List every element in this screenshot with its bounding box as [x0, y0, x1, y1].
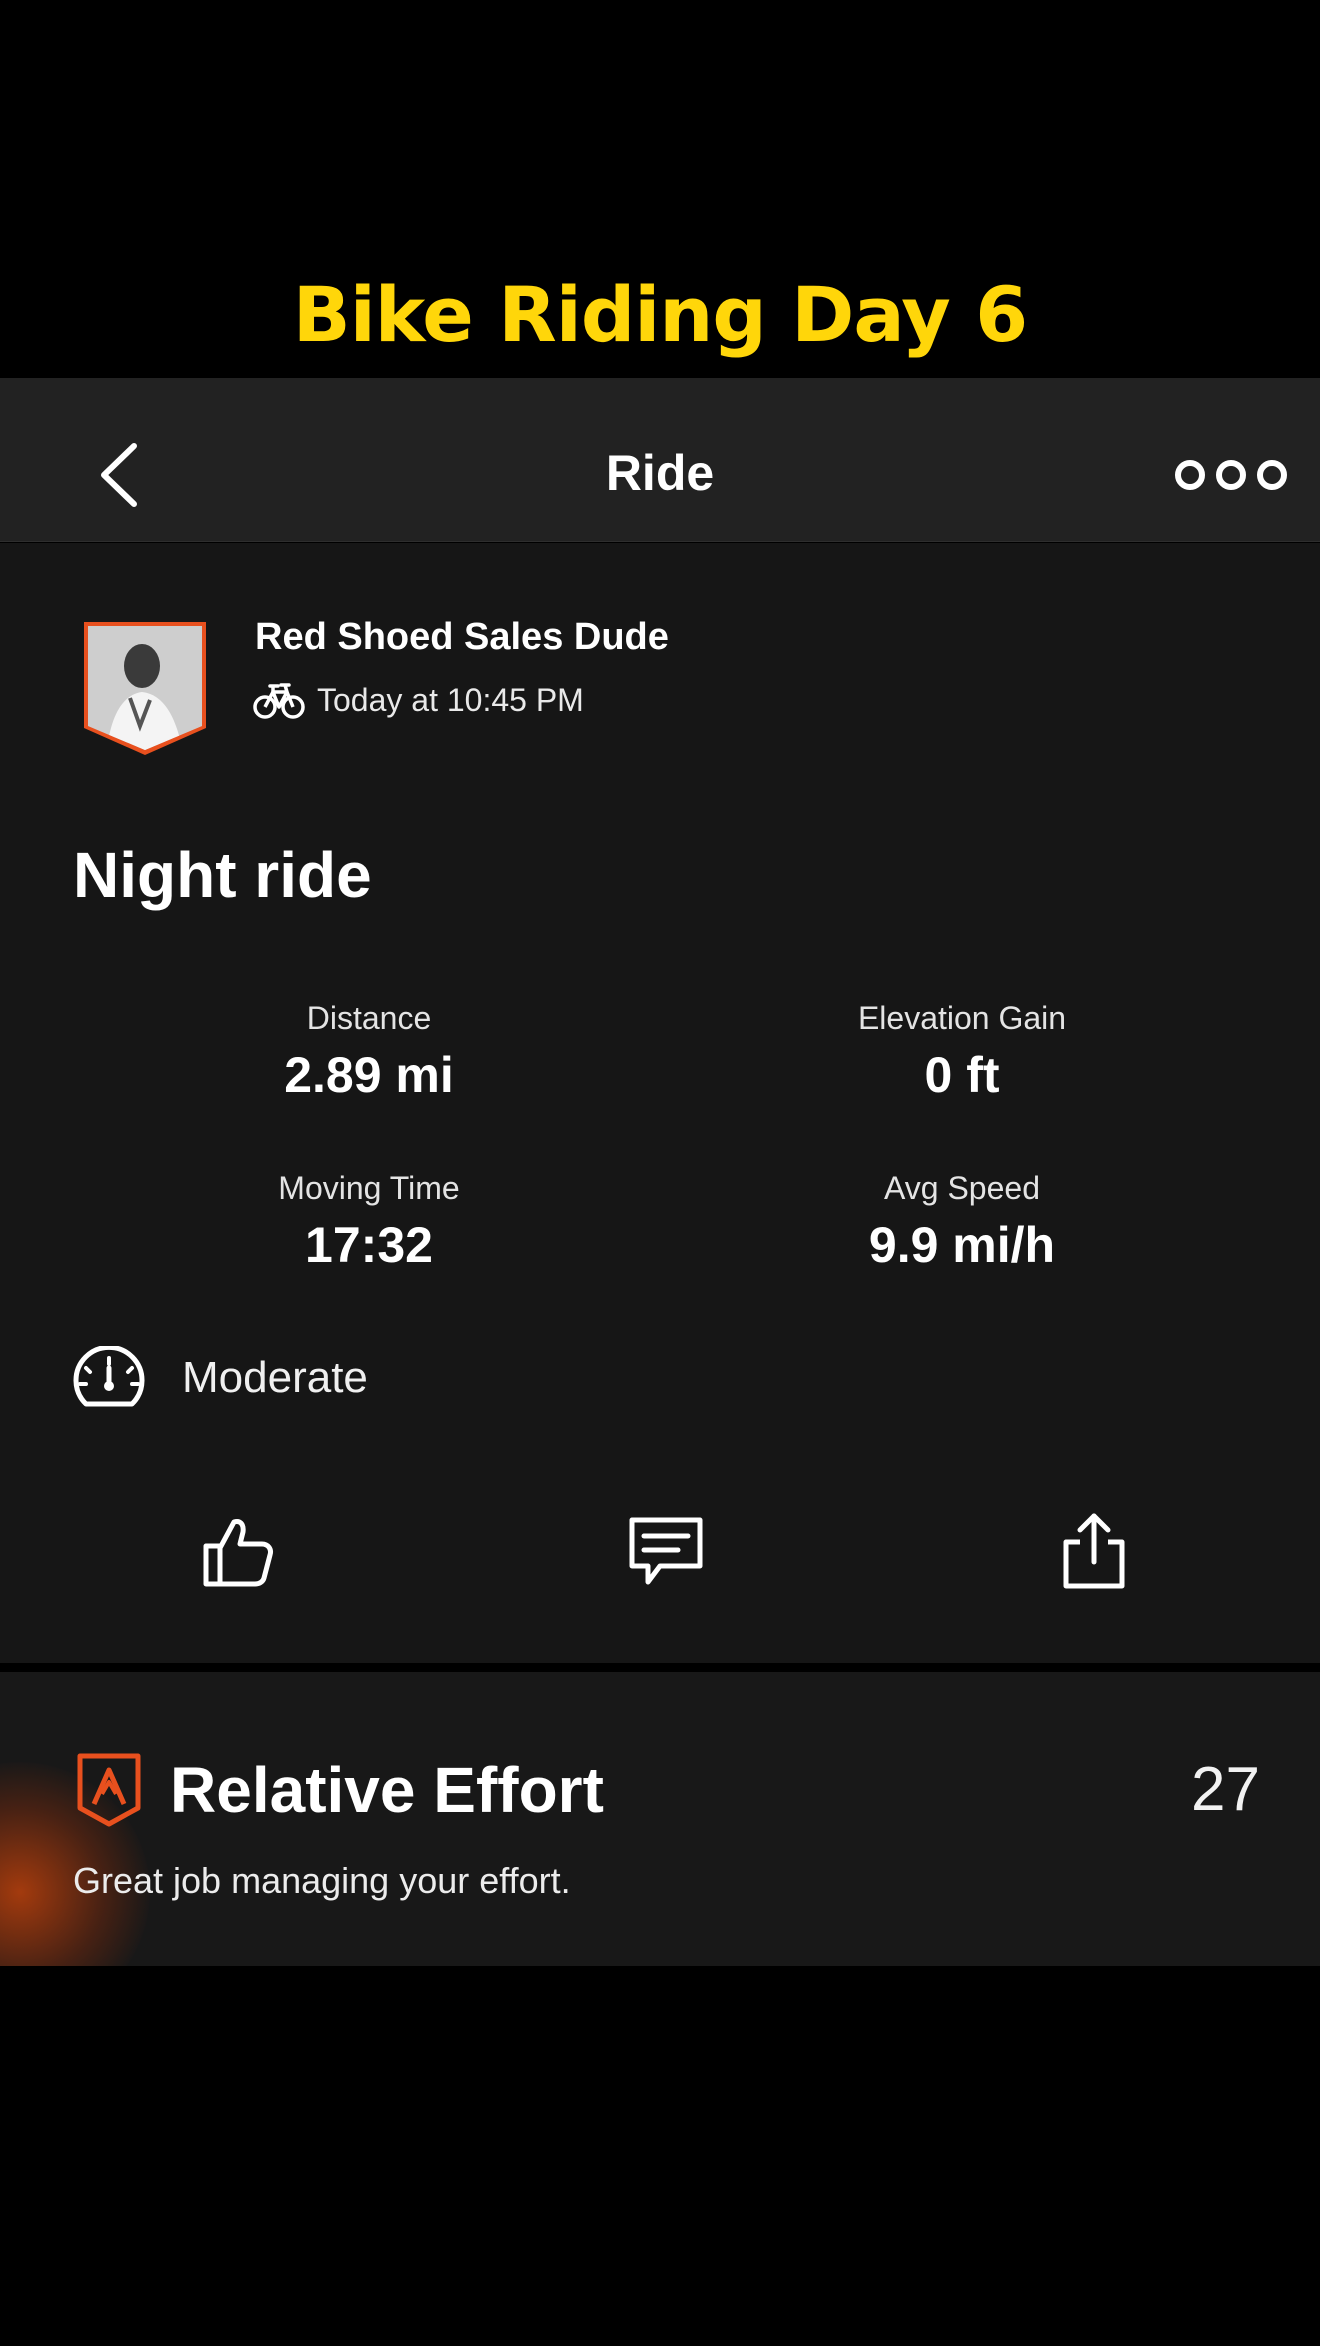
athlete-name[interactable]: Red Shoed Sales Dude: [255, 616, 669, 659]
relative-effort-title: Relative Effort: [170, 1754, 604, 1826]
stat-avg-speed: Avg Speed 9.9 mi/h: [702, 1168, 1222, 1274]
kudos-button[interactable]: [198, 1512, 278, 1592]
stat-elevation-gain: Elevation Gain 0 ft: [702, 998, 1222, 1104]
perceived-effort-row[interactable]: Moderate: [72, 1346, 368, 1410]
activity-title: Night ride: [73, 839, 372, 911]
stat-label: Elevation Gain: [857, 1000, 1067, 1036]
share-button[interactable]: [1054, 1512, 1134, 1592]
stat-label: Avg Speed: [884, 1170, 1040, 1206]
stat-label: Distance: [306, 1000, 432, 1036]
gauge-icon: [73, 1346, 145, 1407]
relative-effort-subtitle: Great job managing your effort.: [73, 1860, 571, 1901]
perceived-effort-label: Moderate: [182, 1353, 368, 1402]
relative-effort-icon: [77, 1753, 141, 1827]
athlete-avatar[interactable]: [80, 618, 210, 758]
stat-value: 17:32: [305, 1217, 433, 1273]
stat-value: 0 ft: [924, 1047, 1000, 1103]
activity-timestamp: Today at 10:45 PM: [317, 681, 584, 718]
bike-icon: [253, 683, 305, 719]
comment-button[interactable]: [626, 1512, 706, 1592]
nav-title: Ride: [605, 445, 715, 501]
video-overlay-title: Bike Riding Day 6: [292, 270, 1028, 359]
stat-distance: Distance 2.89 mi: [109, 998, 629, 1104]
stat-moving-time: Moving Time 17:32: [109, 1168, 629, 1274]
more-options-icon[interactable]: [1172, 458, 1290, 492]
stat-label: Moving Time: [278, 1170, 460, 1206]
stat-value: 2.89 mi: [284, 1047, 454, 1103]
stat-value: 9.9 mi/h: [868, 1217, 1056, 1273]
relative-effort-score: 27: [1191, 1755, 1260, 1824]
section-divider: [0, 1663, 1320, 1672]
activity-meta: Today at 10:45 PM: [253, 680, 584, 720]
